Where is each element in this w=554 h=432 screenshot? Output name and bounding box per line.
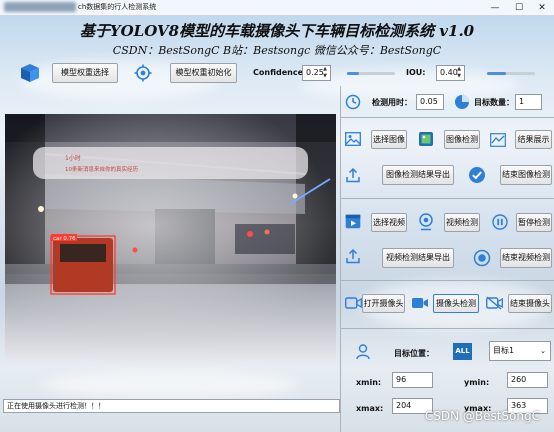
pause-icon bbox=[492, 214, 508, 230]
video-camera-filled-icon bbox=[412, 298, 428, 308]
minimize-button[interactable]: — bbox=[486, 1, 504, 15]
blurred-title-prefix bbox=[4, 2, 76, 12]
video-file-icon bbox=[345, 214, 361, 229]
section-divider bbox=[341, 328, 554, 329]
ymin-value: 260 bbox=[507, 372, 548, 388]
line-chart-icon bbox=[490, 133, 506, 147]
image-detect-icon bbox=[419, 132, 433, 146]
video-camera-icon bbox=[345, 297, 362, 309]
record-icon bbox=[473, 249, 491, 267]
xmin-label: xmin: bbox=[356, 378, 382, 387]
section-divider bbox=[341, 198, 554, 199]
end-image-detect-button[interactable]: 结束图像检测 bbox=[500, 165, 552, 185]
detect-time-label: 检测用时： bbox=[372, 98, 412, 107]
select-video-button[interactable]: 选择视频 bbox=[371, 213, 407, 232]
cube-icon bbox=[21, 64, 39, 82]
video-detect-button[interactable]: 视频检测 bbox=[444, 213, 480, 232]
iou-slider-fill bbox=[487, 72, 506, 75]
camera-off-icon bbox=[486, 296, 503, 310]
iou-label: IOU: bbox=[406, 68, 426, 77]
app-title: 基于YOLOV8模型的车载摄像头下车辆目标检测系统 v1.0 bbox=[79, 22, 475, 40]
camera-detect-button[interactable]: 摄像头检测 bbox=[433, 294, 479, 313]
camera-feed-display: car 0.76 1小时 10条新消息来自你的真实经历 bbox=[5, 114, 336, 362]
detect-time-value: 0.05 bbox=[416, 94, 444, 110]
target-select-value: 目标1 bbox=[493, 346, 515, 355]
window-title: ch数据集的行人检测系统 bbox=[4, 2, 156, 12]
upload-icon bbox=[346, 248, 360, 264]
pie-chart-icon bbox=[455, 95, 469, 109]
end-camera-button[interactable]: 结束摄像头 bbox=[508, 294, 552, 313]
end-video-detect-button[interactable]: 结束视频检测 bbox=[500, 248, 552, 268]
result-display-button[interactable]: 结果展示 bbox=[515, 130, 552, 149]
window-titlebar: ch数据集的行人检测系统 — ☐ ✕ bbox=[0, 0, 554, 16]
xmin-value: 96 bbox=[392, 372, 433, 388]
background-cloud bbox=[40, 370, 300, 400]
notification-text: 10条新消息来自你的真实经历 bbox=[65, 165, 138, 173]
all-badge: ALL bbox=[453, 343, 472, 360]
confidence-spinbox[interactable]: 0.25 ▲ ▼ bbox=[302, 65, 331, 81]
panel-divider bbox=[340, 86, 341, 432]
image-detect-button[interactable]: 图像检测 bbox=[444, 130, 480, 149]
notification-title: 1小时 bbox=[65, 154, 81, 162]
spin-arrows-icon[interactable]: ▲ ▼ bbox=[321, 66, 329, 80]
upload-icon bbox=[346, 167, 360, 183]
video-result-export-button[interactable]: 视频检测结果导出 bbox=[382, 248, 454, 268]
select-image-button[interactable]: 选择图像 bbox=[371, 130, 407, 149]
target-count-label: 目标数量： bbox=[474, 98, 514, 107]
xmax-label: xmax: bbox=[356, 404, 384, 413]
user-icon bbox=[356, 344, 370, 360]
image-icon bbox=[345, 132, 361, 146]
csdn-watermark: CSDN @BestSongC bbox=[424, 409, 540, 423]
iou-spinbox[interactable]: 0.40 ▲ ▼ bbox=[436, 65, 465, 81]
window-title-text: ch数据集的行人检测系统 bbox=[78, 3, 157, 11]
spin-arrows-icon[interactable]: ▲ ▼ bbox=[455, 66, 463, 80]
pause-detect-button[interactable]: 暂停检测 bbox=[516, 213, 552, 232]
notification-banner bbox=[33, 147, 308, 179]
clock-icon bbox=[345, 94, 361, 110]
gear-icon bbox=[134, 64, 152, 82]
open-camera-button[interactable]: 打开摄像头 bbox=[362, 294, 405, 313]
confidence-label: Confidence: bbox=[253, 68, 307, 77]
close-button[interactable]: ✕ bbox=[533, 1, 551, 15]
status-bar: 正在使用摄像头进行检测！！！ bbox=[3, 399, 340, 413]
check-circle-icon bbox=[469, 167, 485, 183]
section-divider bbox=[341, 280, 554, 281]
ymin-label: ymin: bbox=[464, 378, 490, 387]
target-position-label: 目标位置： bbox=[394, 349, 434, 358]
maximize-button[interactable]: ☐ bbox=[510, 1, 528, 15]
detection-box-label: car 0.76 bbox=[53, 236, 76, 242]
webcam-icon bbox=[419, 213, 433, 231]
model-weight-select-button[interactable]: 模型权重选择 bbox=[52, 63, 118, 83]
confidence-slider-fill bbox=[347, 72, 359, 75]
image-result-export-button[interactable]: 图像检测结果导出 bbox=[382, 165, 454, 185]
camera-frame-image: car 0.76 1小时 10条新消息来自你的真实经历 bbox=[5, 114, 336, 362]
target-select[interactable]: 目标1 ⌄ bbox=[489, 341, 551, 361]
app-subtitle: CSDN：BestSongC B站：Bestsongc 微信公众号：BestSo… bbox=[112, 44, 442, 57]
target-count-value: 1 bbox=[515, 94, 542, 110]
model-weight-init-button[interactable]: 模型权重初始化 bbox=[170, 63, 237, 83]
chevron-down-icon: ⌄ bbox=[540, 347, 546, 355]
section-divider bbox=[341, 117, 554, 118]
